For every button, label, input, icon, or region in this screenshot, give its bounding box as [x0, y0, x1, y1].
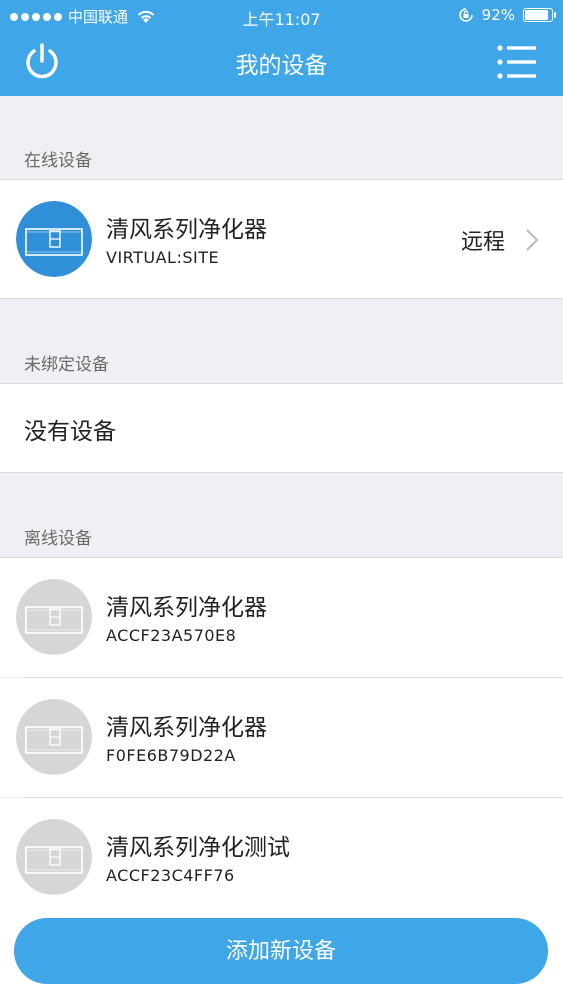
- app-header: 中国联通 上午11:07 92% 我的设备: [0, 0, 563, 96]
- device-name: 清风系列净化器: [106, 217, 267, 243]
- online-device-row[interactable]: 清风系列净化器 VIRTUAL:SITE 远程: [0, 180, 563, 298]
- device-id: ACCF23A570E8: [106, 626, 237, 645]
- divider: [0, 298, 563, 299]
- device-name: 清风系列净化器: [106, 715, 267, 741]
- section-label-online: 在线设备: [24, 151, 92, 171]
- offline-device-row[interactable]: 清风系列净化器 F0FE6B79D22A: [0, 678, 563, 797]
- status-bar: 中国联通 上午11:07 92%: [0, 0, 563, 32]
- offline-device-row[interactable]: 清风系列净化器 ACCF23A570E8: [0, 558, 563, 677]
- section-label-unbound: 未绑定设备: [24, 355, 109, 375]
- device-id: VIRTUAL:SITE: [106, 248, 220, 267]
- battery-fill: [525, 10, 548, 20]
- device-id: ACCF23C4FF76: [106, 866, 235, 885]
- unbound-empty-row: 没有设备: [0, 384, 563, 472]
- add-device-button[interactable]: 添加新设备: [14, 918, 548, 984]
- chevron-right-icon: [526, 229, 539, 251]
- rotation-lock-icon: [458, 8, 473, 22]
- battery-percent: 92%: [481, 6, 515, 24]
- device-id: F0FE6B79D22A: [106, 746, 236, 765]
- battery-icon: [523, 8, 556, 22]
- purifier-icon: [16, 699, 92, 775]
- empty-state-text: 没有设备: [24, 419, 116, 445]
- purifier-icon: [16, 579, 92, 655]
- purifier-icon: [16, 201, 92, 277]
- device-name: 清风系列净化器: [106, 595, 267, 621]
- device-name: 清风系列净化测试: [106, 835, 290, 861]
- divider: [0, 472, 563, 473]
- menu-list-icon[interactable]: [497, 44, 537, 80]
- section-label-offline: 离线设备: [24, 529, 92, 549]
- status-right: 92%: [458, 6, 556, 24]
- page-title: 我的设备: [235, 53, 328, 79]
- purifier-icon: [16, 819, 92, 895]
- device-mode-label: 远程: [460, 230, 505, 255]
